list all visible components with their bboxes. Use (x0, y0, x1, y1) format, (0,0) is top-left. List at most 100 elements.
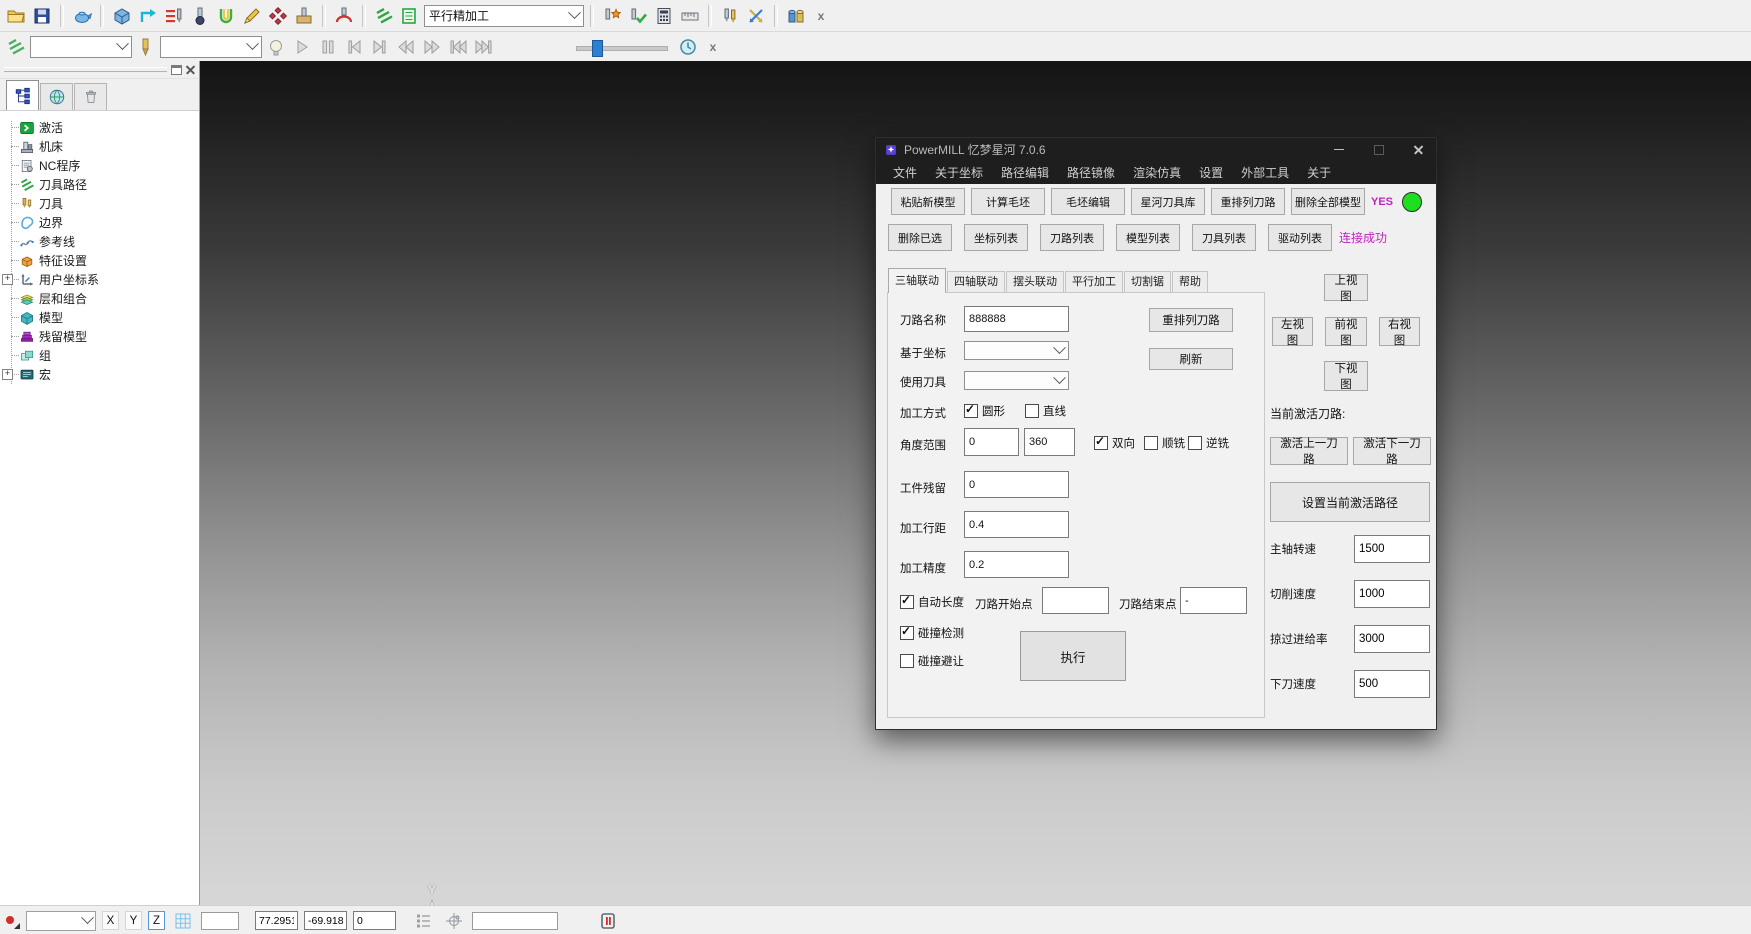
toolpath-verify-icon[interactable] (626, 4, 650, 28)
coordinate-list-icon[interactable] (412, 910, 436, 931)
save-project-icon[interactable] (30, 4, 54, 28)
tool-arc-icon[interactable] (332, 4, 356, 28)
dialog-list-button[interactable]: 驱动列表 (1268, 224, 1332, 251)
measure-field[interactable] (472, 912, 558, 930)
speed-input[interactable] (1354, 580, 1430, 608)
dialog-list-button[interactable]: 模型列表 (1116, 224, 1180, 251)
tree-item[interactable]: 用户坐标系 (0, 270, 199, 289)
go-to-start-icon[interactable] (446, 35, 470, 59)
dialog-tab[interactable]: 四轴联动 (947, 271, 1005, 293)
play-icon[interactable] (290, 35, 314, 59)
stepover-input[interactable] (964, 511, 1069, 538)
leads-links-icon[interactable] (214, 4, 238, 28)
dialog-tab[interactable]: 切割锯 (1124, 271, 1171, 293)
view-right-button[interactable]: 右视图 (1379, 317, 1420, 346)
collision-check-checkbox[interactable]: 碰撞检测 (900, 625, 964, 641)
refresh-button[interactable]: 刷新 (1149, 348, 1233, 370)
angle-from-input[interactable] (964, 428, 1019, 456)
dialog-list-button[interactable]: 刀路列表 (1040, 224, 1104, 251)
stock-remain-input[interactable] (964, 471, 1069, 498)
dialog-tab[interactable]: 帮助 (1172, 271, 1208, 293)
dialog-tab[interactable]: 摆头联动 (1006, 271, 1064, 293)
dialog-action-button[interactable]: 毛坯编辑 (1051, 188, 1125, 215)
checkbox-box[interactable] (964, 404, 978, 418)
slider-knob[interactable] (592, 40, 603, 57)
angle-to-input[interactable] (1024, 428, 1075, 456)
tree-item[interactable]: 激活 (0, 118, 199, 137)
strategy-list-icon[interactable] (398, 4, 422, 28)
dialog-action-button[interactable]: 粘贴新模型 (891, 188, 965, 215)
tree-item[interactable]: 特征设置 (0, 251, 199, 270)
activate-next-toolpath-button[interactable]: 激活下一刀路 (1353, 437, 1431, 465)
dialog-tab[interactable]: 三轴联动 (888, 268, 946, 293)
locate-cursor-icon[interactable] (442, 910, 466, 931)
go-to-end-icon[interactable] (472, 35, 496, 59)
menu-item[interactable]: 文件 (884, 164, 926, 181)
bidirectional-checkbox[interactable]: 双向 (1094, 435, 1135, 451)
step-back-icon[interactable] (342, 35, 366, 59)
pause-device-icon[interactable] (596, 910, 620, 931)
tree-item[interactable]: 机床 (0, 137, 199, 156)
view-top-button[interactable]: 上视图 (1324, 274, 1368, 301)
close-button[interactable] (1402, 138, 1436, 161)
dialog-action-button[interactable]: 计算毛坯 (971, 188, 1045, 215)
checkbox-box[interactable] (1188, 436, 1202, 450)
checkbox-box[interactable] (900, 626, 914, 640)
checkbox-box[interactable] (900, 654, 914, 668)
sim-toolpath-combo[interactable] (30, 36, 132, 58)
menu-item[interactable]: 渲染仿真 (1124, 164, 1190, 181)
rapid-move-heights-icon[interactable] (136, 4, 160, 28)
execute-button[interactable]: 执行 (1020, 631, 1126, 681)
menu-item[interactable]: 设置 (1190, 164, 1232, 181)
tree-item[interactable]: 组 (0, 346, 199, 365)
menu-item[interactable]: 路径编辑 (992, 164, 1058, 181)
tree-item[interactable]: 宏 (0, 365, 199, 384)
panel-close-icon[interactable] (186, 65, 195, 74)
stock-model-icon[interactable] (784, 4, 808, 28)
sim-clock-icon[interactable] (676, 35, 700, 59)
axis-x-button[interactable]: X (102, 911, 119, 930)
pause-icon[interactable] (316, 35, 340, 59)
sim-toolpath-icon[interactable] (4, 35, 28, 59)
axis-y-button[interactable]: Y (125, 911, 142, 930)
dialog-list-button[interactable]: 刀具列表 (1192, 224, 1256, 251)
expand-toggle-icon[interactable] (2, 369, 13, 380)
recycle-bin-tab[interactable] (74, 83, 107, 110)
tree-item[interactable]: 层和组合 (0, 289, 199, 308)
start-point-input[interactable] (1042, 587, 1109, 614)
web-tab[interactable] (40, 83, 73, 110)
axis-z-button[interactable]: Z (148, 911, 165, 930)
conventional-mill-checkbox[interactable]: 逆铣 (1188, 435, 1229, 451)
tree-item[interactable]: 模型 (0, 308, 199, 327)
block-icon[interactable] (110, 4, 134, 28)
minimize-button[interactable] (1322, 138, 1356, 161)
strategy-combo[interactable]: 平行精加工 (424, 5, 584, 27)
tree-item[interactable]: 刀具 (0, 194, 199, 213)
tree-item[interactable]: 边界 (0, 213, 199, 232)
speed-input[interactable] (1354, 625, 1430, 653)
tree-item[interactable]: NC程序 (0, 156, 199, 175)
circle-checkbox[interactable]: 圆形 (964, 403, 1005, 419)
checkbox-box[interactable] (900, 595, 914, 609)
plot-model-icon[interactable] (70, 4, 94, 28)
dialog-action-button[interactable]: 删除全部模型 (1291, 188, 1365, 215)
step-forward-icon[interactable] (368, 35, 392, 59)
dialog-list-button[interactable]: 删除已选 (888, 224, 952, 251)
sim-toolbar-close-icon[interactable]: x (704, 38, 722, 56)
view-left-button[interactable]: 左视图 (1272, 317, 1313, 346)
dialog-list-button[interactable]: 坐标列表 (964, 224, 1028, 251)
rewind-icon[interactable] (394, 35, 418, 59)
panel-float-icon[interactable] (171, 65, 182, 75)
maximize-button[interactable] (1362, 138, 1396, 161)
grid-toggle-icon[interactable] (171, 910, 195, 931)
open-project-icon[interactable] (4, 4, 28, 28)
checkbox-box[interactable] (1094, 436, 1108, 450)
tree-item[interactable]: 参考线 (0, 232, 199, 251)
menu-item[interactable]: 路径镜像 (1058, 164, 1124, 181)
grid-size-field[interactable] (201, 912, 239, 930)
dialog-action-button[interactable]: 星河刀具库 (1131, 188, 1205, 215)
points-pattern-icon[interactable] (266, 4, 290, 28)
feed-rates-icon[interactable] (162, 4, 186, 28)
line-checkbox[interactable]: 直线 (1025, 403, 1066, 419)
toolpath-edit-icon[interactable] (240, 4, 264, 28)
